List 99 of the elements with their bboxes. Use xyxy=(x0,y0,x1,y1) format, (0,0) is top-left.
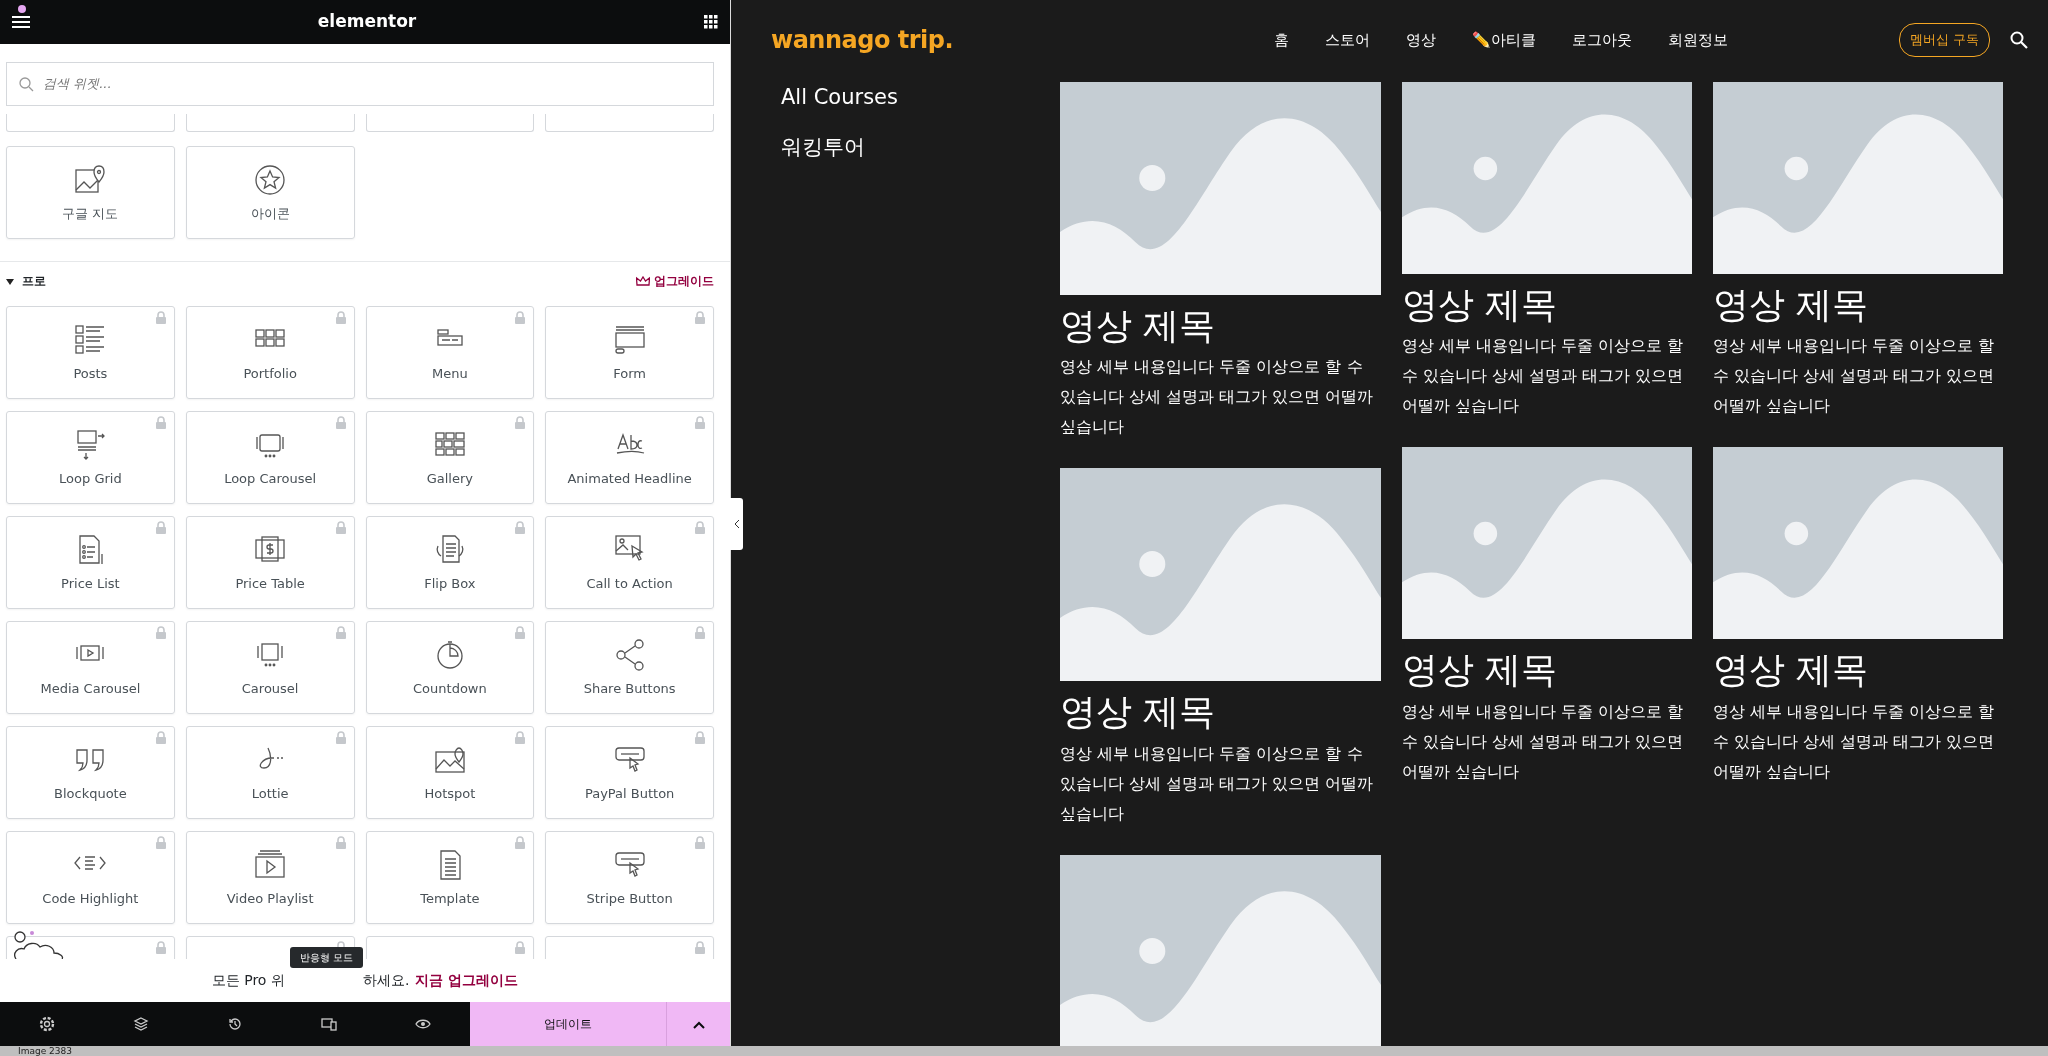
widget-card[interactable]: 아이콘 xyxy=(185,146,355,239)
widget-card[interactable]: Stripe Button xyxy=(545,831,714,924)
elementor-logo: elementor xyxy=(317,10,417,34)
widget-label: Hotspot xyxy=(424,784,476,803)
widget-card[interactable]: Lottie xyxy=(185,726,355,819)
widget-card[interactable]: Menu xyxy=(365,306,535,399)
widget-card[interactable]: Countdown xyxy=(365,621,535,714)
collapse-handle[interactable] xyxy=(730,498,743,550)
widget-label: Gallery xyxy=(426,469,474,488)
layers-icon[interactable] xyxy=(133,1016,149,1032)
widget-card[interactable]: Gallery xyxy=(365,411,535,504)
video-title: 영상 제목 xyxy=(1713,284,1870,326)
widget-card[interactable]: PayPal Button xyxy=(545,726,714,819)
widget-card[interactable]: Posts xyxy=(6,306,175,399)
widget-label: Form xyxy=(613,364,646,383)
widget-label: Code Highlight xyxy=(42,889,139,908)
widget-label: Template xyxy=(420,889,480,908)
widget-card[interactable]: Price List xyxy=(6,516,175,609)
widget-label: 구글 지도 xyxy=(62,204,119,223)
widget-card[interactable]: Media Carousel xyxy=(6,621,175,714)
widget-label: Stripe Button xyxy=(586,889,673,908)
widget-label: Loop Carousel xyxy=(224,469,317,488)
widget-card[interactable]: Hotspot xyxy=(365,726,535,819)
nav-link[interactable]: 회원정보 xyxy=(1649,28,1746,52)
nav-link[interactable]: 스토어 xyxy=(1306,28,1388,52)
lock-icon xyxy=(153,941,168,955)
widget-label: Animated Headline xyxy=(567,469,692,488)
video-description: 영상 세부 내용입니다 두줄 이상으로 할 수 있습니다 상세 설명과 태그가 있으면 어떨까 싶습니다 xyxy=(1402,335,1685,418)
search-field[interactable]: 검색 위젯... xyxy=(6,62,714,106)
video-title: 영상 제목 xyxy=(1713,649,1870,691)
widget-label: Video Playlist xyxy=(226,889,314,908)
section-title: 프로 xyxy=(22,274,46,288)
widget-card[interactable]: Carousel xyxy=(185,621,355,714)
notice-text: 모든 Pro 위 xyxy=(211,971,285,990)
widget-card[interactable]: Loop Carousel xyxy=(185,411,355,504)
lock-icon xyxy=(693,941,707,955)
crown-icon xyxy=(636,276,650,287)
widget-label: Price List xyxy=(61,574,120,593)
lock-icon xyxy=(513,941,528,955)
widget-card[interactable]: 구글 지도 xyxy=(6,146,175,239)
video-description: 영상 세부 내용입니다 두줄 이상으로 할 수 있습니다 상세 설명과 태그가 있으면 어떨까 싶습니다 xyxy=(1060,356,1375,439)
image-caption: Image 2383 xyxy=(18,1046,72,1056)
history-icon[interactable] xyxy=(227,1016,243,1032)
video-description: 영상 세부 내용입니다 두줄 이상으로 할 수 있습니다 상세 설명과 태그가 있으면 어떨까 싶습니다 xyxy=(1060,742,1375,825)
settings-icon[interactable] xyxy=(39,1016,55,1032)
upgrade-link[interactable]: 지금 업그레이드 xyxy=(415,970,519,991)
widget-label: Call to Action xyxy=(586,574,673,593)
widget-card[interactable]: Video Playlist xyxy=(185,831,355,924)
sidebar-link[interactable]: 워킹투어 xyxy=(781,131,1060,163)
video-description: 영상 세부 내용입니다 두줄 이상으로 할 수 있습니다 상세 설명과 태그가 있으면 어떨까 싶습니다 xyxy=(1713,335,1996,418)
widget-label: Share Buttons xyxy=(583,679,676,698)
widget-card[interactable]: Code Highlight xyxy=(6,831,175,924)
responsive-icon[interactable] xyxy=(321,1016,337,1032)
widget-card[interactable]: Share Buttons xyxy=(545,621,714,714)
widget-card[interactable]: Call to Action xyxy=(545,516,714,609)
widget-card[interactable]: Price Table xyxy=(185,516,355,609)
widget-label: Posts xyxy=(73,364,108,383)
video-title: 영상 제목 xyxy=(1060,691,1217,733)
widget-card[interactable]: Template xyxy=(365,831,535,924)
widget-card[interactable]: Blockquote xyxy=(6,726,175,819)
caret-down-icon xyxy=(6,278,14,285)
widget-card[interactable]: Flip Box xyxy=(365,516,535,609)
nav-link[interactable]: 홈 xyxy=(1255,28,1307,52)
widget-label: 아이콘 xyxy=(250,204,290,223)
nav-link[interactable]: 영상 xyxy=(1387,28,1454,52)
video-description: 영상 세부 내용입니다 두줄 이상으로 할 수 있습니다 상세 설명과 태그가 있으면 어떨까 싶습니다 xyxy=(1713,700,1996,783)
widget-card[interactable]: Animated Headline xyxy=(545,411,714,504)
nav-link[interactable]: 로그아웃 xyxy=(1553,28,1650,52)
video-description: 영상 세부 내용입니다 두줄 이상으로 할 수 있습니다 상세 설명과 태그가 있으면 어떨까 싶습니다 xyxy=(1402,700,1685,783)
widget-label: Countdown xyxy=(413,679,487,698)
sidebar-link[interactable]: All Courses xyxy=(781,82,1060,114)
widget-label: Media Carousel xyxy=(40,679,141,698)
widget-label: PayPal Button xyxy=(584,784,675,803)
widget-label: Blockquote xyxy=(54,784,127,803)
section-toggle[interactable]: 프로 xyxy=(6,272,46,290)
video-title: 영상 제목 xyxy=(1060,305,1217,347)
video-title: 영상 제목 xyxy=(1402,284,1559,326)
widget-label: Price Table xyxy=(235,574,305,593)
nav-link[interactable]: ✏아티클 xyxy=(1453,28,1554,52)
widget-card[interactable]: Loop Grid xyxy=(6,411,175,504)
update-button[interactable]: 업데이트 xyxy=(470,1002,666,1046)
apps-grid-icon[interactable] xyxy=(702,13,720,31)
notice-text: 하세요. xyxy=(362,971,410,990)
widget-label: Lottie xyxy=(251,784,289,803)
widget-label: Portfolio xyxy=(243,364,297,383)
tooltip: 반응형 모드 xyxy=(290,947,364,968)
widget-label: Menu xyxy=(432,364,468,383)
upgrade-link[interactable]: 업그레이드 xyxy=(636,272,714,290)
video-title: 영상 제목 xyxy=(1402,649,1559,691)
widget-label: Loop Grid xyxy=(59,469,122,488)
widget-label: Flip Box xyxy=(424,574,476,593)
widget-label: Carousel xyxy=(241,679,299,698)
widget-card[interactable]: Portfolio xyxy=(185,306,355,399)
search-icon[interactable] xyxy=(2010,31,2028,49)
membership-button[interactable]: 멤버십 구독 xyxy=(1898,23,1990,57)
menu-icon[interactable] xyxy=(10,13,32,31)
site-logo[interactable]: wannago trip. xyxy=(771,22,954,58)
caret-up-icon xyxy=(691,1019,706,1030)
widget-card[interactable]: Form xyxy=(545,306,714,399)
